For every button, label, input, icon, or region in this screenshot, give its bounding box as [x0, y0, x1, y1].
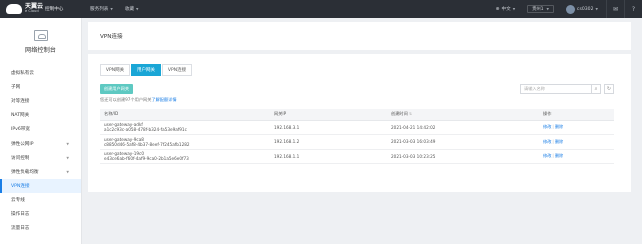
action-separator: | [552, 153, 554, 159]
refresh-icon: ↻ [606, 85, 612, 92]
message-icon[interactable]: ✉ [606, 0, 624, 18]
table-row: user-gateway-19c0 e43ce6ab-f60f-4af9-9ca… [100, 149, 614, 164]
caret-down-icon: ▼ [512, 7, 516, 11]
modify-link[interactable]: 修改 [543, 153, 551, 158]
action-separator: | [552, 124, 554, 130]
create-user-gateway-button[interactable]: 创建用户网关 [100, 84, 133, 94]
network-console-icon [33, 30, 48, 41]
avatar-icon [565, 4, 575, 14]
modify-link[interactable]: 修改 [543, 139, 551, 144]
delete-link[interactable]: 删除 [555, 153, 563, 158]
table-header-row: 名称/ID 网关IP 创建时间 ⇅ 操作 [100, 109, 614, 121]
created-time: 2021-03-03 16:03:49 [387, 134, 539, 150]
search-input[interactable]: 请输入名称 [520, 84, 592, 94]
action-separator: | [552, 138, 554, 144]
gateway-ip: 192.168.3.1 [270, 120, 387, 135]
language-switch[interactable]: ⊕ 中文 ▼ [495, 6, 516, 13]
sidebar-item-elb[interactable]: 弹性负载均衡 ▼ [0, 165, 81, 179]
sidebar-item-nat-gateway[interactable]: NAT网关 [0, 108, 81, 122]
gateway-id: c8850d46-5af8-4b37-8eef-7f245afb1282 [104, 141, 190, 147]
column-header-name: 名称/ID [100, 109, 270, 121]
column-header-actions: 操作 [539, 109, 614, 121]
sidebar-item-vpc[interactable]: 虚拟私有云 [0, 66, 81, 80]
actions-cell: 修改|删除 [539, 120, 614, 135]
sidebar-header: 网络控制台 [0, 18, 81, 66]
logo-cloud-icon [6, 4, 22, 14]
quota-detail-link[interactable]: 了解配额详情 [151, 97, 176, 102]
gateway-ip: 192.168.1.1 [270, 149, 387, 164]
caret-down-icon: ▼ [136, 7, 139, 11]
caret-down-icon: ▼ [595, 7, 598, 11]
sidebar-title: 网络控制台 [25, 47, 56, 54]
sidebar-item-eip[interactable]: 弹性公网IP ▼ [0, 136, 81, 150]
gateway-ip: 192.168.1.2 [270, 134, 387, 150]
table-row: user-gateway-9ca8 c8850d46-5af8-4b37-8ee… [100, 134, 614, 150]
column-header-ip: 网关IP [270, 109, 387, 121]
table-row: user-gateway-adkf a1c2c93c-a058-478f-b32… [100, 120, 614, 135]
content-panel: VPN网关 用户网关 VPN连接 创建用户网关 您还可以创建97个用户网关了解配… [88, 54, 631, 192]
delete-link[interactable]: 删除 [555, 139, 563, 144]
user-gateway-table: 名称/ID 网关IP 创建时间 ⇅ 操作 user-gateway-adkf a… [100, 109, 614, 164]
nav-service-list[interactable]: 服务列表 ▼ [90, 6, 113, 12]
search-icon: ⌕ [594, 85, 598, 92]
gateway-id: e43ce6ab-f60f-4af9-9ca0-2b1a5e6e0f73 [104, 156, 189, 162]
sidebar-item-direct-connect[interactable]: 云专线 [0, 193, 81, 207]
tab-user-gateway[interactable]: 用户网关 [131, 64, 161, 76]
modify-link[interactable]: 修改 [543, 124, 551, 129]
logo-subname: e Cloud [25, 9, 39, 14]
caret-down-icon: ▼ [546, 7, 549, 11]
sidebar-item-subnet[interactable]: 子网 [0, 80, 81, 94]
delete-link[interactable]: 删除 [555, 124, 563, 129]
sidebar-item-operation-log[interactable]: 操作日志 [0, 207, 81, 221]
sidebar-item-flow-log[interactable]: 流量日志 [0, 221, 81, 235]
column-header-created[interactable]: 创建时间 ⇅ [387, 109, 539, 121]
page-title: VPN连接 [100, 34, 123, 40]
tab-vpn-gateway[interactable]: VPN网关 [100, 64, 130, 76]
top-bar: 天翼云 e Cloud 控制中心 服务列表 ▼ 收藏 ▼ ⊕ 中文 ▼ 贵州1 ▼ … [0, 0, 642, 18]
top-right-tools: ⊕ 中文 ▼ 贵州1 ▼ cs0302 ▼ ✉ ? [484, 0, 642, 18]
actions-cell: 修改|删除 [539, 149, 614, 164]
brand-logo[interactable]: 天翼云 e Cloud 控制中心 [0, 0, 86, 18]
globe-icon: ⊕ [495, 6, 500, 12]
gateway-name-cell: user-gateway-9ca8 c8850d46-5af8-4b37-8ee… [100, 134, 270, 150]
search-button[interactable]: ⌕ [592, 84, 601, 94]
nav-favorites[interactable]: 收藏 ▼ [125, 6, 139, 12]
sidebar-menu: 虚拟私有云 子网 对等连接 NAT网关 IPv6带宽 弹性公网IP ▼ 访问控制 ▼… [0, 66, 81, 235]
chevron-down-icon: ▼ [66, 141, 69, 146]
gateway-name-cell: user-gateway-19c0 e43ce6ab-f60f-4af9-9ca… [100, 149, 270, 164]
tab-vpn-connection[interactable]: VPN连接 [162, 64, 192, 76]
gateway-id: a1c2c93c-a058-478f-b324-fa53e9af91c [104, 127, 187, 133]
gateway-name-cell: user-gateway-adkf a1c2c93c-a058-478f-b32… [100, 120, 270, 135]
console-label: 控制中心 [45, 7, 64, 12]
sidebar-item-peering[interactable]: 对等连接 [0, 94, 81, 108]
refresh-button[interactable]: ↻ [604, 84, 614, 94]
main-content: VPN连接 VPN网关 用户网关 VPN连接 创建用户网关 您还可以创建97个用… [83, 18, 642, 244]
page-header: VPN连接 [88, 22, 631, 50]
quota-hint: 您还可以创建97个用户网关了解配额详情 [100, 97, 177, 102]
caret-down-icon: ▼ [110, 7, 113, 11]
sidebar-item-vpn[interactable]: VPN连接 [0, 178, 81, 193]
sidebar-item-access-control[interactable]: 访问控制 ▼ [0, 151, 81, 165]
chevron-down-icon: ▼ [66, 169, 69, 174]
region-select[interactable]: 贵州1 ▼ [527, 5, 554, 13]
actions-cell: 修改|删除 [539, 134, 614, 150]
sidebar-item-ipv6-bandwidth[interactable]: IPv6带宽 [0, 122, 81, 136]
top-nav: 服务列表 ▼ 收藏 ▼ [90, 6, 151, 12]
help-icon[interactable]: ? [624, 0, 642, 18]
sidebar: 网络控制台 虚拟私有云 子网 对等连接 NAT网关 IPv6带宽 弹性公网IP ▼… [0, 18, 82, 244]
sort-icon: ⇅ [409, 112, 413, 117]
chevron-down-icon: ▼ [66, 155, 69, 160]
created-time: 2021-03-03 10:23:25 [387, 149, 539, 164]
tab-bar: VPN网关 用户网关 VPN连接 [100, 64, 193, 76]
created-time: 2021-04-21 14:42:02 [387, 120, 539, 135]
user-menu[interactable]: cs0302 ▼ [565, 4, 598, 14]
